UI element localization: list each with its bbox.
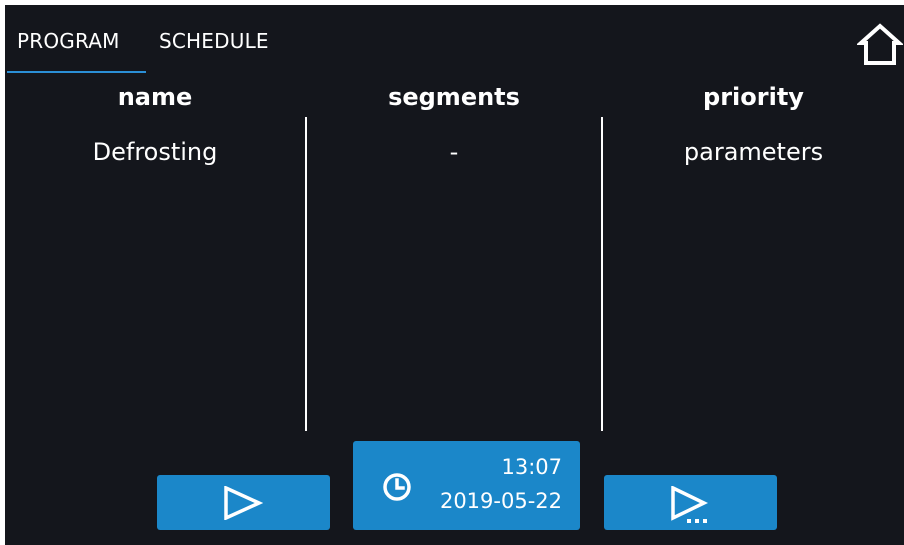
schedule-datetime-button[interactable]: 13:07 2019-05-22: [353, 441, 580, 530]
home-button[interactable]: [855, 21, 904, 67]
start-with-options-button[interactable]: [604, 475, 777, 530]
home-icon: [855, 23, 904, 65]
play-options-icon: [671, 486, 709, 523]
cell-priority: parameters: [683, 138, 824, 166]
column-header-name: name: [117, 83, 193, 111]
start-program-button[interactable]: [157, 475, 330, 530]
cell-segments: -: [449, 138, 459, 166]
clock-date: 2019-05-22: [439, 489, 562, 513]
tab-schedule[interactable]: SCHEDULE: [159, 29, 269, 59]
screen: PROGRAM SCHEDULE name segments priority …: [5, 5, 904, 545]
active-tab-indicator: [7, 71, 146, 73]
clock-icon: [383, 473, 411, 501]
play-icon: [224, 486, 263, 520]
column-header-priority: priority: [703, 83, 804, 111]
tab-bar: PROGRAM SCHEDULE: [5, 5, 305, 79]
clock-time: 13:07: [501, 455, 562, 479]
column-header-segments: segments: [388, 83, 520, 111]
cell-name: Defrosting: [92, 138, 218, 166]
tab-program[interactable]: PROGRAM: [17, 29, 120, 59]
